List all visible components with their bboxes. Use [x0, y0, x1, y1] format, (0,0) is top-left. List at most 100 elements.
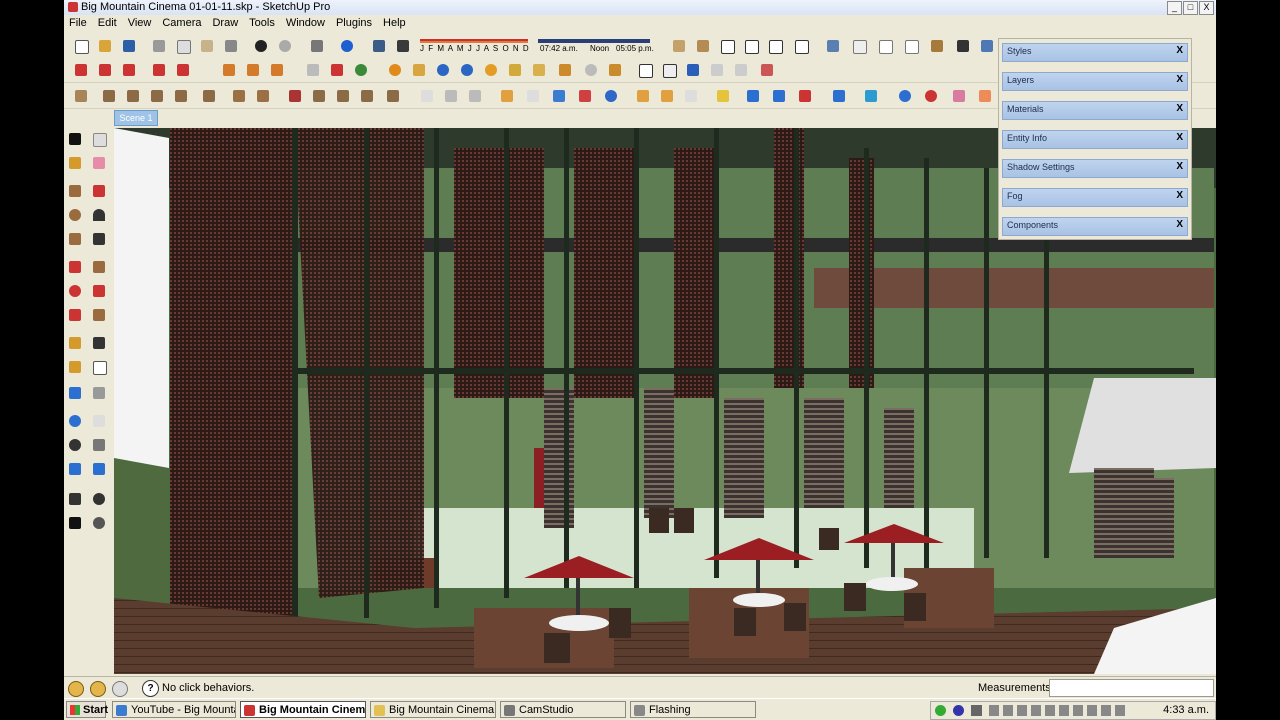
measurements-input[interactable]: [1049, 679, 1214, 697]
tray-help-icon[interactable]: [953, 705, 964, 716]
left-view-icon[interactable]: [792, 37, 810, 55]
push-pull-icon[interactable]: [90, 258, 110, 278]
menu-view[interactable]: View: [123, 15, 158, 32]
undo-icon[interactable]: [252, 37, 270, 55]
shadow-toggle-icon[interactable]: [370, 37, 388, 55]
follow-me-icon[interactable]: [498, 87, 516, 105]
sandbox-grid-icon[interactable]: [96, 61, 114, 79]
add-detail-icon[interactable]: [220, 61, 238, 79]
zoom-icon[interactable]: [66, 436, 86, 456]
task-sketchup[interactable]: Big Mountain Cinema ...: [240, 701, 366, 718]
tray-close-icon[interactable]: X: [1176, 74, 1183, 85]
menu-help[interactable]: Help: [378, 15, 412, 32]
glass-icon[interactable]: [524, 87, 542, 105]
position-camera-icon[interactable]: [66, 490, 86, 510]
protractor-icon[interactable]: [66, 358, 86, 378]
scale-cube-icon[interactable]: [682, 87, 700, 105]
pin-icon[interactable]: [556, 61, 574, 79]
red-arrows-icon[interactable]: [796, 87, 814, 105]
rotate-icon[interactable]: [66, 282, 86, 302]
section-plane-icon[interactable]: [90, 514, 110, 534]
cut-face-icon[interactable]: [286, 87, 304, 105]
look-around-icon[interactable]: [90, 490, 110, 510]
orange-tool-icon[interactable]: [976, 87, 994, 105]
zoom-window-icon[interactable]: [90, 436, 110, 456]
menu-window[interactable]: Window: [281, 15, 331, 32]
globe-icon[interactable]: [352, 61, 370, 79]
bug-icon[interactable]: [606, 61, 624, 79]
paint-icon[interactable]: [506, 61, 524, 79]
blue-arrow-icon[interactable]: [744, 87, 762, 105]
shadow-display-icon[interactable]: [394, 37, 412, 55]
menu-draw[interactable]: Draw: [207, 15, 244, 32]
wireframe-style-icon[interactable]: [850, 37, 868, 55]
sandbox-smoove-icon[interactable]: [120, 61, 138, 79]
hidden-line-style-icon[interactable]: [876, 37, 894, 55]
tray-fog[interactable]: Fog X: [1002, 188, 1188, 207]
follow-me-tool-icon[interactable]: [90, 282, 110, 302]
menu-file[interactable]: File: [64, 15, 93, 32]
stamp-icon[interactable]: [150, 61, 168, 79]
scene-tab[interactable]: Scene 1: [114, 110, 158, 126]
shape-icon[interactable]: [862, 87, 880, 105]
tray-icons[interactable]: [989, 705, 1129, 716]
globe-blue-icon[interactable]: [602, 87, 620, 105]
line-tool-icon[interactable]: [830, 87, 848, 105]
rotate-right-icon[interactable]: [922, 87, 940, 105]
layer-icon[interactable]: [172, 87, 190, 105]
tray-components[interactable]: Components X: [1002, 217, 1188, 236]
color-box-icon[interactable]: [714, 87, 732, 105]
push-icon[interactable]: [72, 87, 90, 105]
tag-icon[interactable]: [410, 61, 428, 79]
shield-icon[interactable]: [304, 61, 322, 79]
freehand-icon[interactable]: [90, 230, 110, 250]
pan-icon[interactable]: [90, 412, 110, 432]
move-cube-icon[interactable]: [634, 87, 652, 105]
r-icon[interactable]: [434, 61, 452, 79]
tray-close-icon[interactable]: X: [1176, 190, 1183, 201]
hand-icon[interactable]: [418, 87, 436, 105]
save-icon[interactable]: [120, 37, 138, 55]
join-icon[interactable]: [334, 87, 352, 105]
tray-app-icon[interactable]: [971, 705, 982, 716]
tray-close-icon[interactable]: X: [1176, 103, 1183, 114]
magnet-icon[interactable]: [328, 61, 346, 79]
textured-style-icon[interactable]: [928, 37, 946, 55]
walk-icon[interactable]: [66, 514, 86, 534]
triangle-icon[interactable]: [684, 61, 702, 79]
drape-icon[interactable]: [174, 61, 192, 79]
top-view-icon[interactable]: [694, 37, 712, 55]
tray-materials[interactable]: Materials X: [1002, 101, 1188, 120]
paste-icon[interactable]: [198, 37, 216, 55]
paint-roller-icon[interactable]: [466, 87, 484, 105]
zoom-extents-icon[interactable]: [90, 460, 110, 480]
new-file-icon[interactable]: [72, 37, 90, 55]
copy-icon[interactable]: [174, 37, 192, 55]
axes-icon[interactable]: [708, 61, 726, 79]
eraser-icon[interactable]: [90, 154, 110, 174]
back-view-icon[interactable]: [766, 37, 784, 55]
maximize-button[interactable]: □: [1183, 1, 1198, 15]
tray-entity-info[interactable]: Entity Info X: [1002, 130, 1188, 149]
up-down-arrow-icon[interactable]: [770, 87, 788, 105]
arc-icon[interactable]: [90, 206, 110, 226]
select-arrow-icon[interactable]: [66, 130, 86, 150]
tray-close-icon[interactable]: X: [1176, 161, 1183, 172]
tray-close-icon[interactable]: X: [1176, 45, 1183, 56]
move-icon[interactable]: [66, 258, 86, 278]
gray-sphere-icon[interactable]: [582, 61, 600, 79]
iso-view-icon[interactable]: [670, 37, 688, 55]
front-view-icon[interactable]: [718, 37, 736, 55]
previous-view-icon[interactable]: [66, 460, 86, 480]
dimension-icon[interactable]: [90, 334, 110, 354]
redo-icon[interactable]: [276, 37, 294, 55]
drop-icon[interactable]: [550, 87, 568, 105]
menu-camera[interactable]: Camera: [157, 15, 207, 32]
tray-shadow-settings[interactable]: Shadow Settings X: [1002, 159, 1188, 178]
xray-style-icon[interactable]: [824, 37, 842, 55]
sphere-icon[interactable]: [482, 61, 500, 79]
geo-location-icon[interactable]: [68, 681, 84, 697]
tray-close-icon[interactable]: X: [1176, 132, 1183, 143]
menu-edit[interactable]: Edit: [93, 15, 123, 32]
print-icon[interactable]: [308, 37, 326, 55]
